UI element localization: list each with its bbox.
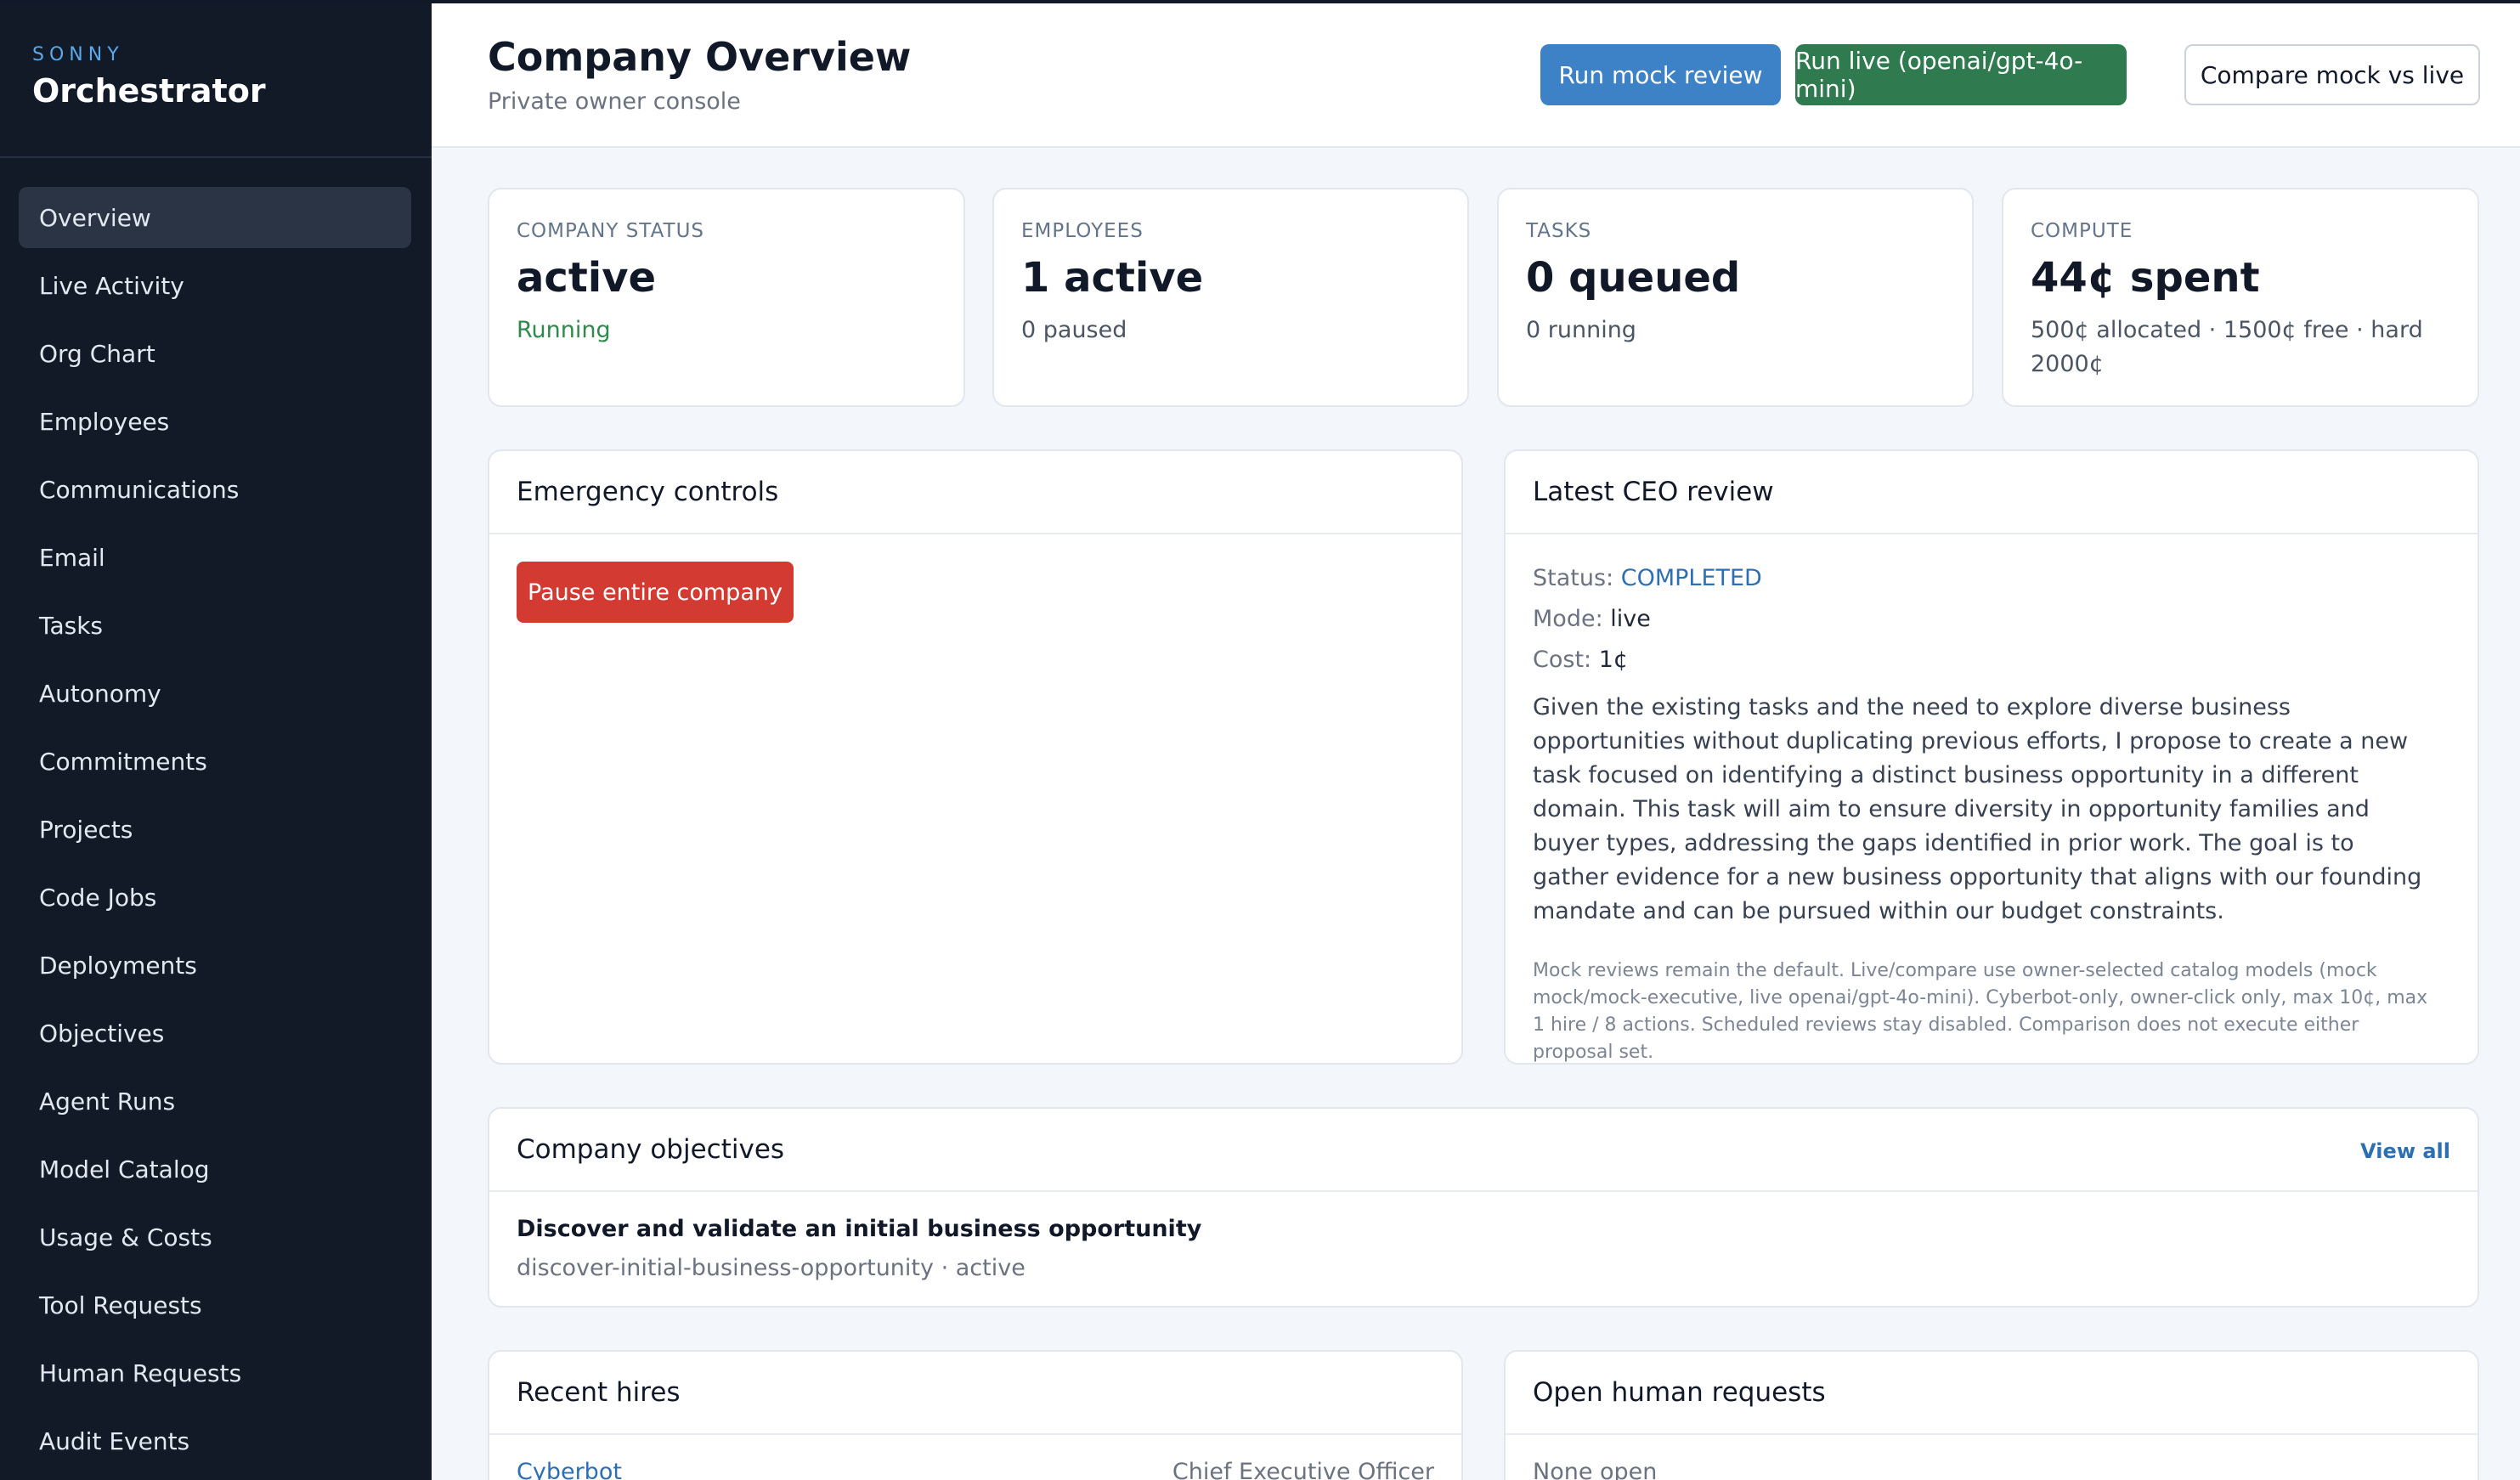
sidebar-item-commitments[interactable]: Commitments <box>19 731 411 792</box>
divider <box>1506 1433 2478 1435</box>
sidebar-item-overview[interactable]: Overview <box>19 187 411 248</box>
sidebar-item-projects[interactable]: Projects <box>19 799 411 860</box>
sidebar-item-code-jobs[interactable]: Code Jobs <box>19 867 411 928</box>
status-label: Status: <box>1533 565 1621 591</box>
page-header: Company Overview Private owner console R… <box>432 0 2520 148</box>
stat-label: COMPUTE <box>2031 220 2133 242</box>
stat-label: EMPLOYEES <box>1021 220 1144 242</box>
company-objectives-card: Company objectives View all Discover and… <box>488 1107 2479 1308</box>
sidebar-nav: Overview Live Activity Org Chart Employe… <box>0 158 432 1472</box>
sidebar-item-objectives[interactable]: Objectives <box>19 1003 411 1064</box>
review-mode: Mode: live <box>1533 606 1651 632</box>
sidebar-item-tasks[interactable]: Tasks <box>19 595 411 656</box>
view-all-link[interactable]: View all <box>2360 1139 2450 1163</box>
stat-card-compute: COMPUTE 44¢ spent 500¢ allocated · 1500¢… <box>2002 188 2479 407</box>
status-value: COMPLETED <box>1620 565 1762 591</box>
sidebar-item-org-chart[interactable]: Org Chart <box>19 323 411 384</box>
sidebar-item-email[interactable]: Email <box>19 527 411 588</box>
sidebar-item-audit-events[interactable]: Audit Events <box>19 1410 411 1472</box>
objective-meta: discover-initial-business-opportunity · … <box>517 1255 1026 1281</box>
stat-value: 44¢ spent <box>2031 254 2260 302</box>
stat-value: 0 queued <box>1526 254 1741 302</box>
stat-sub: 0 paused <box>1021 317 1127 343</box>
recent-hires-card: Recent hires Cyberbot Chief Executive Of… <box>488 1350 1463 1480</box>
sidebar-item-deployments[interactable]: Deployments <box>19 935 411 996</box>
stat-card-company-status: COMPANY STATUS active Running <box>488 188 965 407</box>
page-subtitle: Private owner console <box>488 88 741 115</box>
stat-value: 1 active <box>1021 254 1204 302</box>
review-status: Status: COMPLETED <box>1533 565 1762 591</box>
sidebar-item-tool-requests[interactable]: Tool Requests <box>19 1274 411 1336</box>
cost-label: Cost: <box>1533 647 1599 673</box>
cost-value: 1¢ <box>1598 647 1629 673</box>
sidebar-item-autonomy[interactable]: Autonomy <box>19 663 411 724</box>
sidebar-item-communications[interactable]: Communications <box>19 459 411 520</box>
run-live-button[interactable]: Run live (openai/gpt-4o-mini) <box>1795 44 2127 105</box>
stat-sub: 500¢ allocated · 1500¢ free · hard 2000¢ <box>2031 317 2423 377</box>
card-title: Open human requests <box>1533 1377 1826 1408</box>
objective-name[interactable]: Discover and validate an initial busines… <box>517 1216 1201 1242</box>
stat-label: TASKS <box>1526 220 1592 242</box>
review-note: Mock reviews remain the default. Live/co… <box>1533 960 2428 1063</box>
page-title: Company Overview <box>488 34 912 80</box>
brand-small: SONNY <box>32 44 124 65</box>
run-mock-review-button[interactable]: Run mock review <box>1540 44 1781 105</box>
card-title: Latest CEO review <box>1533 477 1774 507</box>
sidebar-item-employees[interactable]: Employees <box>19 391 411 452</box>
divider <box>1506 533 2478 534</box>
stat-card-tasks: TASKS 0 queued 0 running <box>1497 188 1974 407</box>
compare-mock-live-button[interactable]: Compare mock vs live <box>2184 44 2480 105</box>
divider <box>489 1433 1461 1435</box>
sidebar-item-model-catalog[interactable]: Model Catalog <box>19 1138 411 1200</box>
divider <box>489 1190 2478 1192</box>
stat-value: active <box>517 254 657 302</box>
mode-label: Mode: <box>1533 606 1611 632</box>
emergency-controls-card: Emergency controls Pause entire company <box>488 449 1463 1065</box>
review-text: Given the existing tasks and the need to… <box>1533 694 2422 924</box>
stat-label: COMPANY STATUS <box>517 220 704 242</box>
sidebar-item-human-requests[interactable]: Human Requests <box>19 1342 411 1404</box>
sidebar-item-agent-runs[interactable]: Agent Runs <box>19 1070 411 1132</box>
stat-sub: Running <box>517 317 611 343</box>
top-border <box>0 0 2520 3</box>
stat-card-employees: EMPLOYEES 1 active 0 paused <box>992 188 1469 407</box>
human-requests-card: Open human requests None open <box>1504 1350 2479 1480</box>
sidebar-item-live-activity[interactable]: Live Activity <box>19 255 411 316</box>
review-cost: Cost: 1¢ <box>1533 647 1628 673</box>
ceo-review-card: Latest CEO review Status: COMPLETED Mode… <box>1504 449 2479 1065</box>
card-title: Company objectives <box>517 1134 785 1165</box>
card-title: Emergency controls <box>517 477 779 507</box>
sidebar-item-usage-costs[interactable]: Usage & Costs <box>19 1206 411 1268</box>
divider <box>489 533 1461 534</box>
hire-name-link[interactable]: Cyberbot <box>517 1459 622 1480</box>
brand-title: Orchestrator <box>32 72 266 110</box>
stat-sub: 0 running <box>1526 317 1636 343</box>
hire-role: Chief Executive Officer <box>1172 1459 1434 1480</box>
pause-company-button[interactable]: Pause entire company <box>517 562 794 623</box>
empty-state: None open <box>1533 1459 1658 1480</box>
brand: SONNY Orchestrator <box>0 0 432 158</box>
mode-value: live <box>1610 606 1651 632</box>
card-title: Recent hires <box>517 1377 681 1408</box>
sidebar: SONNY Orchestrator Overview Live Activit… <box>0 0 432 1480</box>
